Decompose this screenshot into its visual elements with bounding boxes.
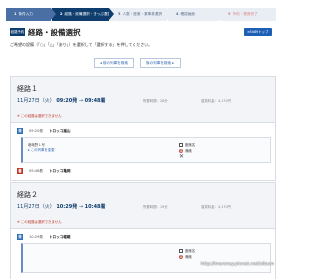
departure-marker-icon: 発 (17, 234, 23, 240)
route-datetime: 11月27日（火） 10:29発 → 10:48着 (17, 204, 106, 210)
route-datetime: 11月27日（火） 09:20発 → 09:48着 (17, 98, 106, 104)
train-search-nav: ◂前の列車を検索 後の列車を検索 ▸ (94, 58, 182, 68)
next-train-link[interactable]: 後の列車を検索 ▸ (139, 58, 182, 68)
unavailable-x-icon: ✕ (179, 153, 185, 160)
route-name: 経路２ (17, 191, 38, 199)
step-1: 1 条件入力 (6, 8, 56, 21)
seat-square-icon (179, 143, 183, 147)
change-train-link[interactable]: ▸ この列車を変更 (28, 148, 55, 153)
route-duration: 所要時間：28分 (143, 99, 168, 103)
progress-steps: 1 条件入力 2 経路・設備選択・きっぷ選択 3 人数・座席・乗車券選択 4 確認画面 … (6, 8, 276, 21)
full-status-icon: 満 (179, 255, 183, 259)
step-2-current: 2 経路・設備選択・きっぷ選択 (51, 8, 114, 21)
route-fare: 運賃料金：4,170円 (201, 99, 232, 103)
departure-station: 発 09:20発 トロッコ嵐山 (17, 128, 71, 134)
chevron-left-icon: ◂ (100, 60, 102, 65)
departure-station: 発 10:29発 トロッコ嵯峨 (17, 234, 71, 240)
step-3: 3 人数・座席・乗車券選択 (109, 8, 172, 21)
step-4: 4 確認画面 (167, 8, 224, 21)
departure-marker-icon: 発 (17, 128, 23, 134)
watermark-url: http://marsray.pixnet.net/album (200, 262, 274, 267)
route-duration: 所要時間：19分 (143, 205, 168, 209)
page-header: 経路予約 経路・設備選択 e5489トップ (10, 27, 272, 38)
seat-status-row: 満満席 (179, 255, 192, 259)
route-warning: ※ この経路は選択できません (17, 220, 62, 224)
route-name: 経路１ (17, 85, 38, 93)
arrival-station: 着 09:48着 トロッコ亀岡 (17, 168, 71, 174)
seat-square-icon (179, 249, 183, 253)
page-title: 経路・設備選択 (28, 28, 81, 37)
top-page-button[interactable]: e5489トップ (244, 28, 272, 36)
arrival-marker-icon: 着 (17, 168, 23, 174)
route-header: 経路１ 11月27日（火） 09:20発 → 09:48着 所要時間：28分 運… (11, 77, 275, 123)
chevron-right-icon: ▸ (171, 60, 175, 65)
train-segment: 座席名 満満席 (21, 243, 271, 273)
train-segment: 嵯峨野１号 ▸ この列車を変更 座席名 満満席 ✕ (21, 137, 271, 163)
route-warning: ※ この経路は選択できません (17, 114, 62, 118)
step-5: 5 予約・発券完了 (219, 8, 276, 21)
route-card-1: 経路１ 11月27日（火） 09:20発 → 09:48着 所要時間：28分 運… (10, 76, 276, 181)
instruction-text: ご希望の設備（「○」「△」「あり」）を選択して「選択する」を押してください。 (10, 42, 153, 47)
route-fare: 運賃料金：4,170円 (201, 205, 232, 209)
route-header: 経路２ 11月27日（火） 10:29発 → 10:48着 所要時間：19分 運… (11, 183, 275, 229)
prev-train-link[interactable]: ◂前の列車を検索 (94, 58, 134, 68)
reservation-badge: 経路予約 (10, 28, 25, 36)
